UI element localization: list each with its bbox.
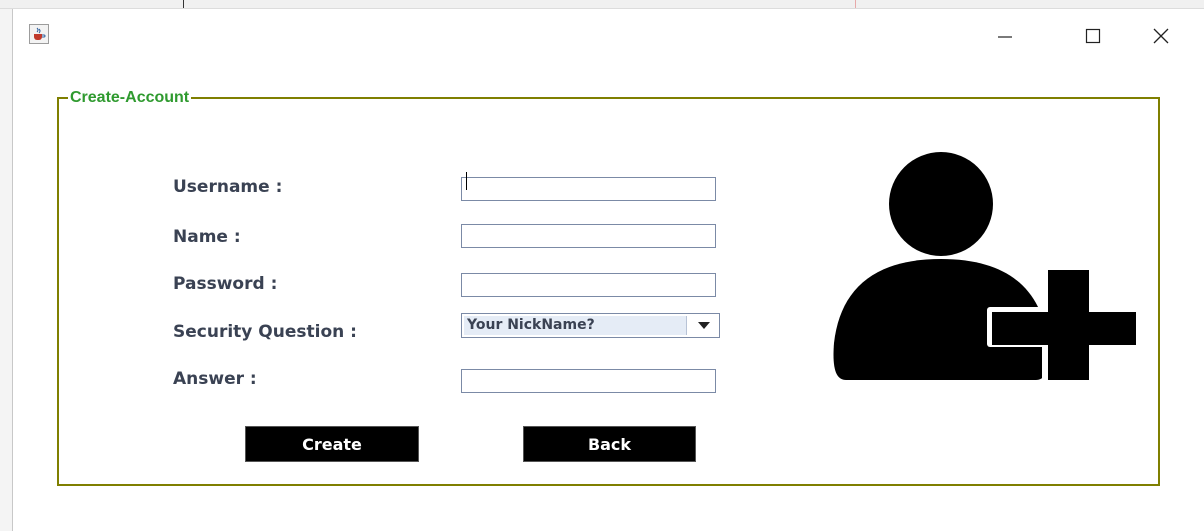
add-user-icon [833, 152, 1136, 380]
name-label: Name : [173, 227, 241, 247]
security-question-select[interactable]: Your NickName? [461, 313, 720, 338]
back-button[interactable]: Back [523, 426, 696, 462]
text-caret [466, 172, 467, 190]
java-coffee-icon[interactable] [29, 24, 49, 44]
dropdown-arrow-icon[interactable] [689, 314, 719, 337]
minimize-icon [998, 36, 1012, 38]
maximize-button[interactable] [1071, 19, 1115, 53]
name-input[interactable] [461, 224, 716, 248]
title-bar[interactable] [13, 9, 1204, 59]
password-input[interactable] [461, 273, 716, 297]
security-question-label: Security Question : [173, 322, 357, 342]
answer-input[interactable] [461, 369, 716, 393]
create-button[interactable]: Create [245, 426, 419, 462]
answer-label: Answer : [173, 369, 257, 389]
group-title: Create-Account [68, 89, 192, 107]
close-button[interactable] [1139, 19, 1183, 53]
username-label: Username : [173, 177, 283, 197]
close-icon [1153, 28, 1169, 44]
security-question-value: Your NickName? [464, 316, 687, 335]
username-input[interactable] [461, 177, 716, 201]
minimize-button[interactable] [983, 19, 1027, 53]
maximize-icon [1085, 28, 1101, 44]
password-label: Password : [173, 274, 278, 294]
background-app-top [0, 0, 1204, 9]
